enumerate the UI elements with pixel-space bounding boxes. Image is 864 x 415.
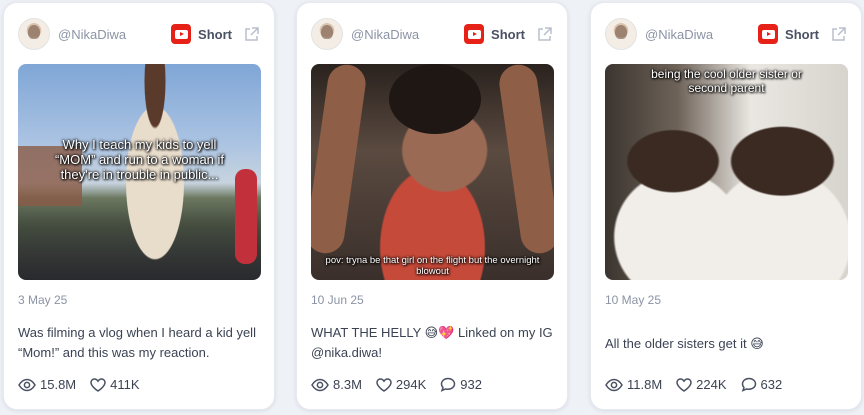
post-date: 3 May 25	[18, 293, 68, 307]
video-thumbnail[interactable]: pov: tryna be that girl on the flight bu…	[311, 64, 554, 280]
engagement-stats: 8.3M 294K 932	[311, 377, 496, 392]
video-card[interactable]: @NikaDiwa Short pov: tryna be that girl …	[296, 2, 568, 410]
comments-count: 932	[460, 377, 482, 392]
post-caption: All the older sisters get it 😅	[605, 336, 764, 351]
thumbnail-person	[496, 64, 554, 256]
heart-icon	[90, 377, 106, 392]
views-count: 8.3M	[333, 377, 362, 392]
content-type-label: Short	[785, 26, 819, 42]
avatar[interactable]	[311, 18, 343, 50]
video-card[interactable]: @NikaDiwa Short being the cool older sis…	[590, 2, 862, 410]
card-header: @NikaDiwa Short	[605, 17, 847, 51]
avatar[interactable]	[605, 18, 637, 50]
video-thumbnail[interactable]: being the cool older sister or second pa…	[605, 64, 848, 280]
card-header: @NikaDiwa Short	[311, 17, 553, 51]
views-stat: 15.8M	[18, 377, 76, 392]
creator-handle[interactable]: @NikaDiwa	[645, 27, 758, 42]
thumbnail-person	[311, 64, 369, 256]
avatar[interactable]	[18, 18, 50, 50]
views-stat: 11.8M	[605, 377, 662, 392]
heart-icon	[376, 377, 392, 392]
video-thumbnail[interactable]: Why I teach my kids to yell “MOM” and ru…	[18, 64, 261, 280]
post-caption: WHAT THE HELLY 😅💖 Linked on my IG @nika.…	[311, 325, 553, 361]
external-link-icon[interactable]	[829, 25, 847, 43]
youtube-icon	[171, 24, 192, 44]
comments-stat: 932	[440, 377, 482, 392]
eye-icon	[605, 378, 623, 391]
comment-icon	[741, 377, 756, 392]
comments-stat: 632	[741, 377, 783, 392]
external-link-icon[interactable]	[535, 25, 553, 43]
youtube-icon	[464, 24, 485, 44]
thumbnail-background	[235, 169, 257, 264]
thumbnail-overlay-text: Why I teach my kids to yell “MOM” and ru…	[54, 137, 225, 182]
likes-stat: 411K	[90, 377, 140, 392]
engagement-stats: 11.8M 224K 632	[605, 377, 796, 392]
video-card[interactable]: @NikaDiwa Short Why I teach my kids to y…	[3, 2, 275, 410]
youtube-icon	[758, 24, 779, 44]
post-date: 10 May 25	[605, 293, 662, 307]
views-count: 11.8M	[627, 377, 663, 392]
likes-count: 294K	[395, 377, 427, 392]
creator-handle[interactable]: @NikaDiwa	[351, 27, 464, 42]
comment-icon	[441, 377, 456, 392]
post-caption: Was filming a vlog when I heard a kid ye…	[18, 325, 256, 361]
card-header: @NikaDiwa Short	[18, 17, 260, 51]
engagement-stats: 15.8M 411K	[18, 377, 154, 392]
external-link-icon[interactable]	[242, 25, 260, 43]
eye-icon	[18, 378, 36, 391]
comments-count: 632	[760, 377, 783, 392]
eye-icon	[311, 378, 329, 391]
thumbnail-person	[389, 64, 481, 134]
thumbnail-overlay-text: being the cool older sister or second pa…	[651, 67, 802, 95]
post-date: 10 Jun 25	[311, 293, 364, 307]
thumbnail-overlay-text: pov: tryna be that girl on the flight bu…	[325, 255, 540, 278]
heart-icon	[676, 377, 692, 392]
likes-stat: 294K	[376, 377, 426, 392]
creator-handle[interactable]: @NikaDiwa	[58, 27, 171, 42]
content-type-label: Short	[491, 26, 525, 42]
views-stat: 8.3M	[311, 377, 362, 392]
views-count: 15.8M	[40, 377, 77, 392]
likes-count: 411K	[110, 377, 140, 392]
content-type-label: Short	[198, 26, 232, 42]
likes-count: 224K	[696, 377, 727, 392]
likes-stat: 224K	[676, 377, 727, 392]
